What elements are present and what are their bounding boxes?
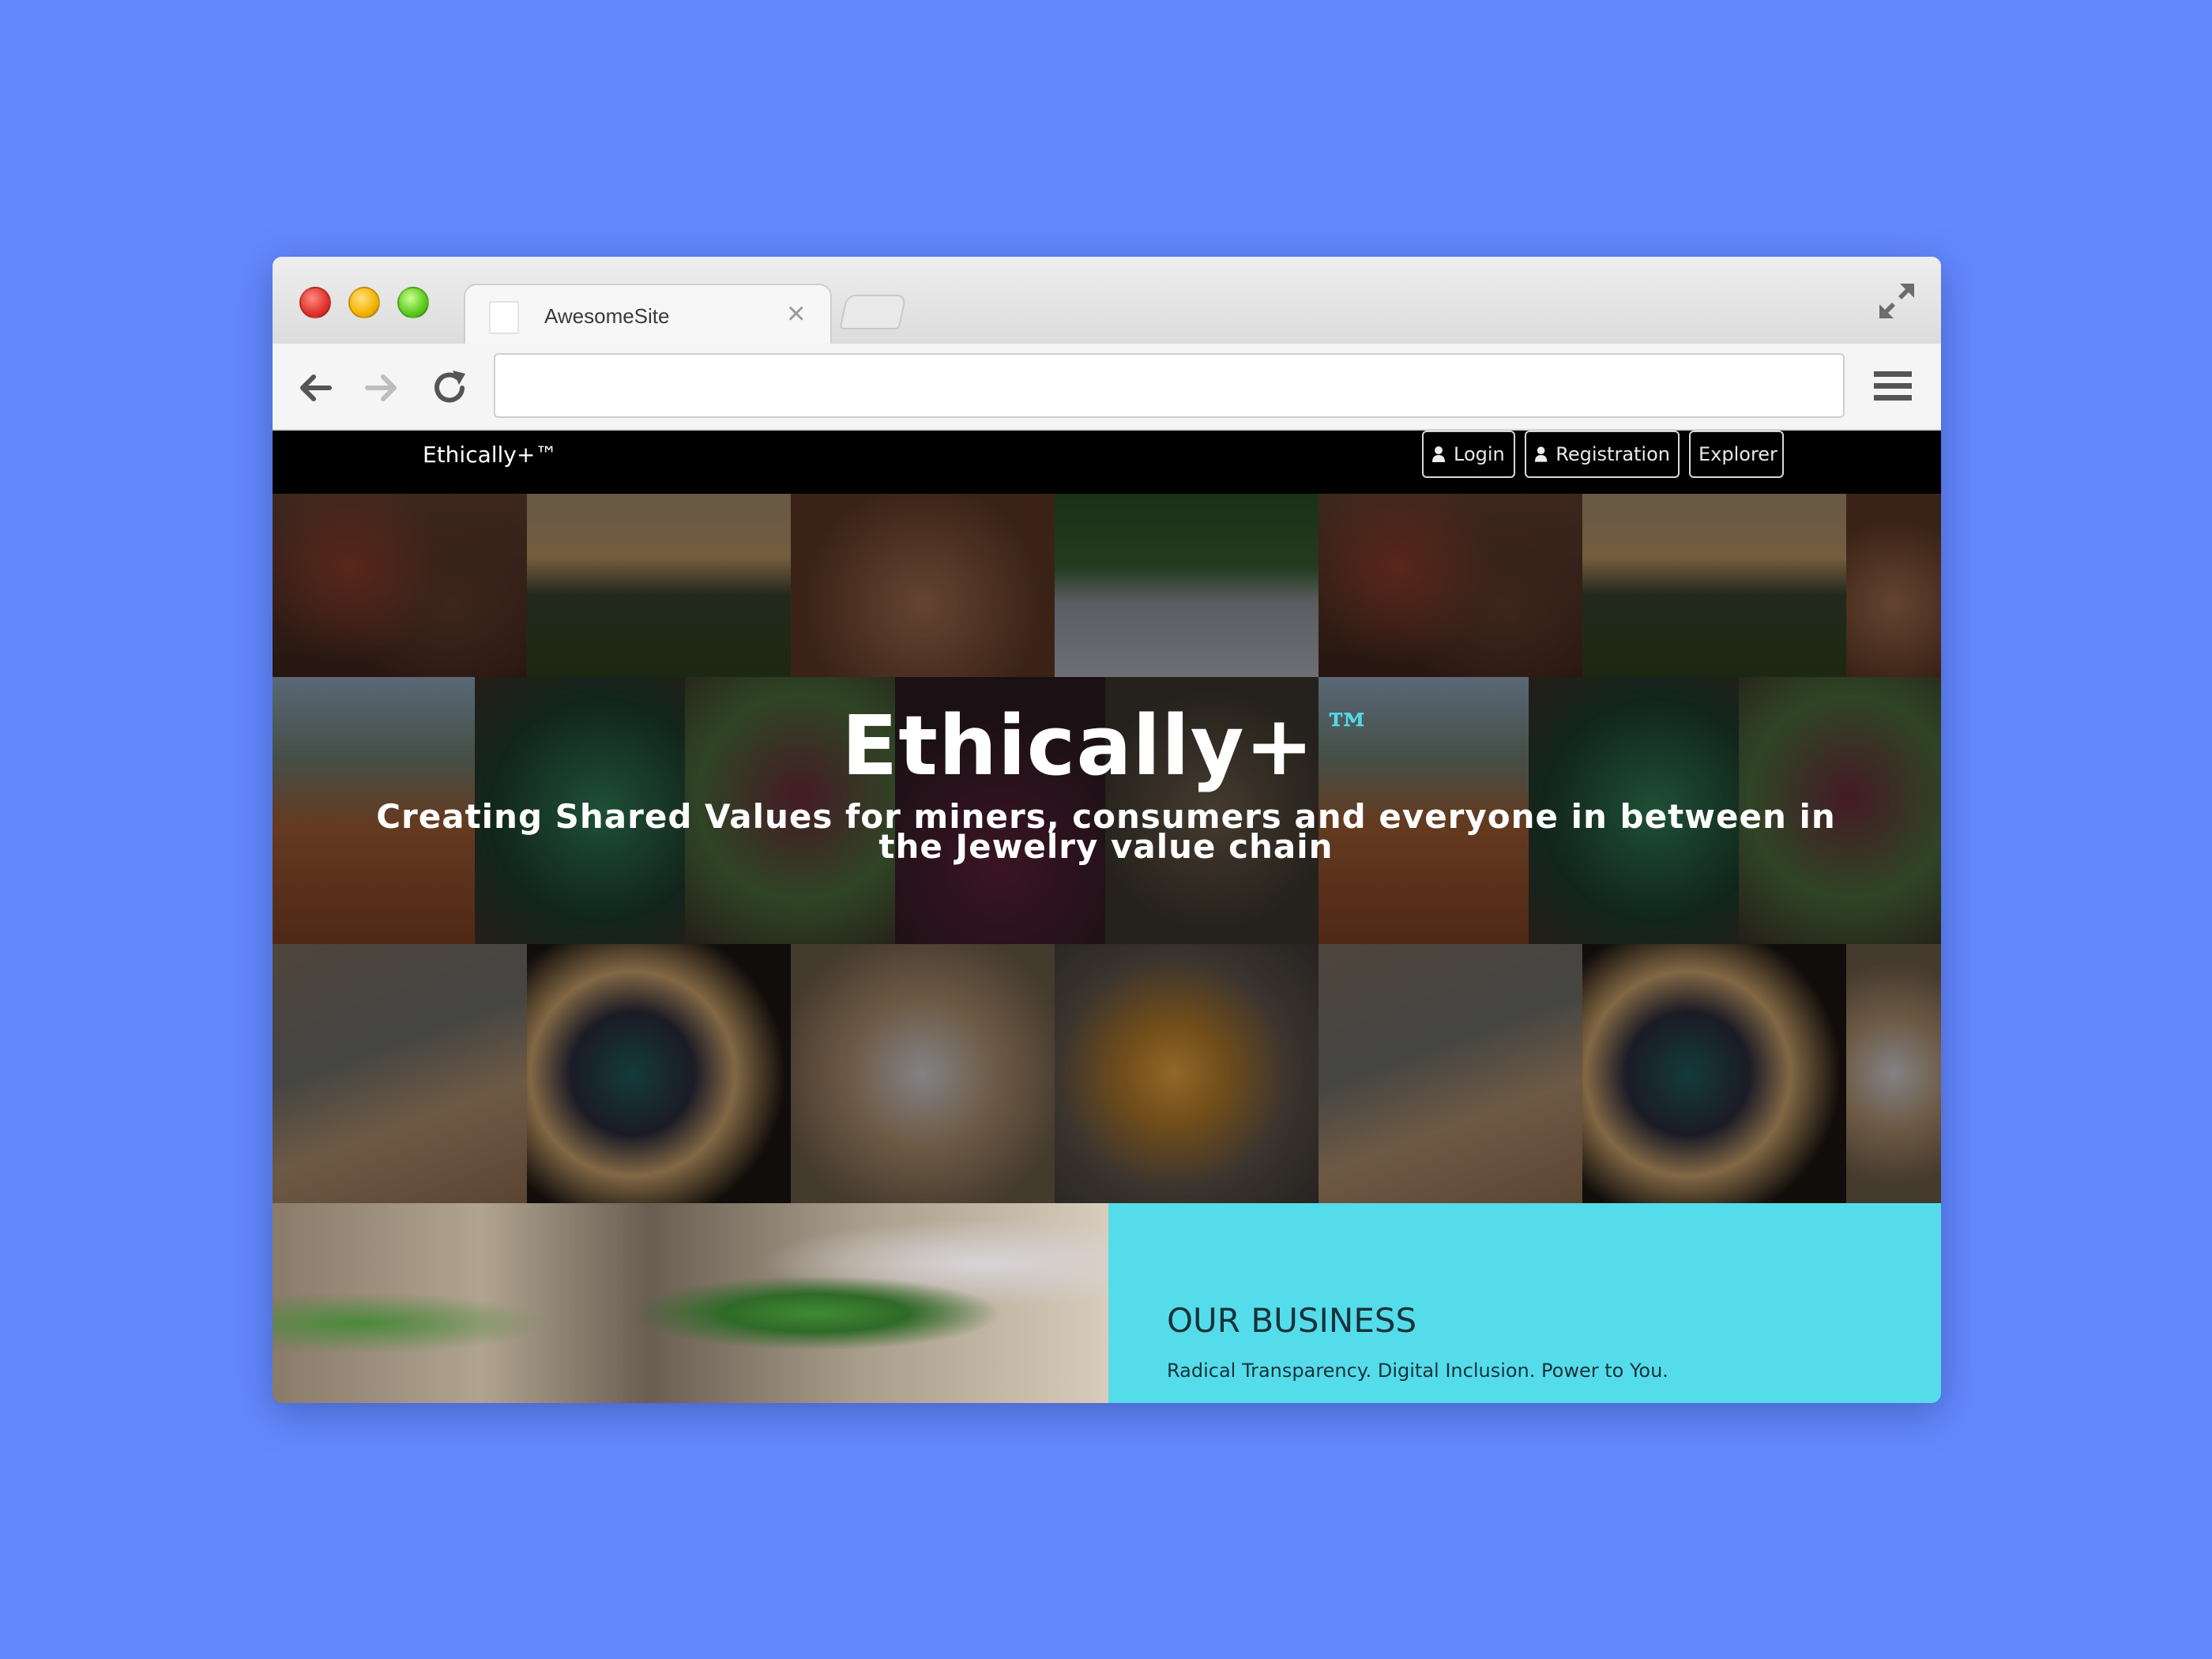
menu-hamburger-icon[interactable] — [1872, 369, 1913, 404]
browser-tab[interactable]: AwesomeSite × — [464, 284, 832, 344]
site-brand-link[interactable]: Ethically+™ — [423, 442, 557, 468]
user-icon — [1432, 446, 1445, 462]
page-viewport: Ethically+™ Login Registration Explorer — [273, 431, 1941, 1403]
our-business-panel: OUR BUSINESS Radical Transparency. Digit… — [1108, 1203, 1941, 1403]
business-section: OUR BUSINESS Radical Transparency. Digit… — [273, 1203, 1941, 1403]
minimize-window-button[interactable] — [348, 287, 380, 318]
login-button[interactable]: Login — [1422, 431, 1515, 478]
page-icon — [489, 301, 519, 334]
forward-arrow-icon[interactable] — [361, 367, 402, 408]
browser-window: AwesomeSite × Ethically+™ Login Registra… — [273, 257, 1941, 1403]
registration-button[interactable]: Registration — [1525, 431, 1680, 478]
maximize-window-button[interactable] — [397, 287, 429, 318]
hero-title: Ethically+ ™ — [273, 698, 1941, 794]
new-tab-button[interactable] — [839, 295, 907, 329]
login-label: Login — [1454, 443, 1505, 465]
registration-label: Registration — [1556, 443, 1670, 465]
browser-titlebar: AwesomeSite × — [273, 257, 1941, 344]
fullscreen-icon[interactable] — [1876, 280, 1917, 322]
close-window-button[interactable] — [299, 287, 331, 318]
hero-subtitle: Creating Shared Values for miners, consu… — [376, 797, 1836, 866]
explorer-label: Explorer — [1698, 443, 1778, 465]
explorer-button[interactable]: Explorer — [1689, 431, 1784, 478]
address-bar[interactable] — [494, 353, 1845, 418]
trademark-mark: ™ — [1323, 704, 1372, 759]
reload-icon[interactable] — [429, 367, 470, 408]
tab-close-icon[interactable]: × — [787, 298, 805, 329]
tab-title: AwesomeSite — [544, 304, 670, 328]
back-arrow-icon[interactable] — [295, 367, 336, 408]
section-tagline: Radical Transparency. Digital Inclusion.… — [1167, 1360, 1668, 1382]
photo-green-mineral-rock — [273, 1203, 1108, 1403]
hero-title-text: Ethically+ — [841, 698, 1315, 794]
section-title: OUR BUSINESS — [1167, 1301, 1417, 1340]
user-icon — [1534, 446, 1548, 462]
site-navbar: Ethically+™ Login Registration Explorer — [273, 431, 1941, 494]
hero-banner: Ethically+ ™ Creating Shared Values for m… — [273, 494, 1941, 1203]
